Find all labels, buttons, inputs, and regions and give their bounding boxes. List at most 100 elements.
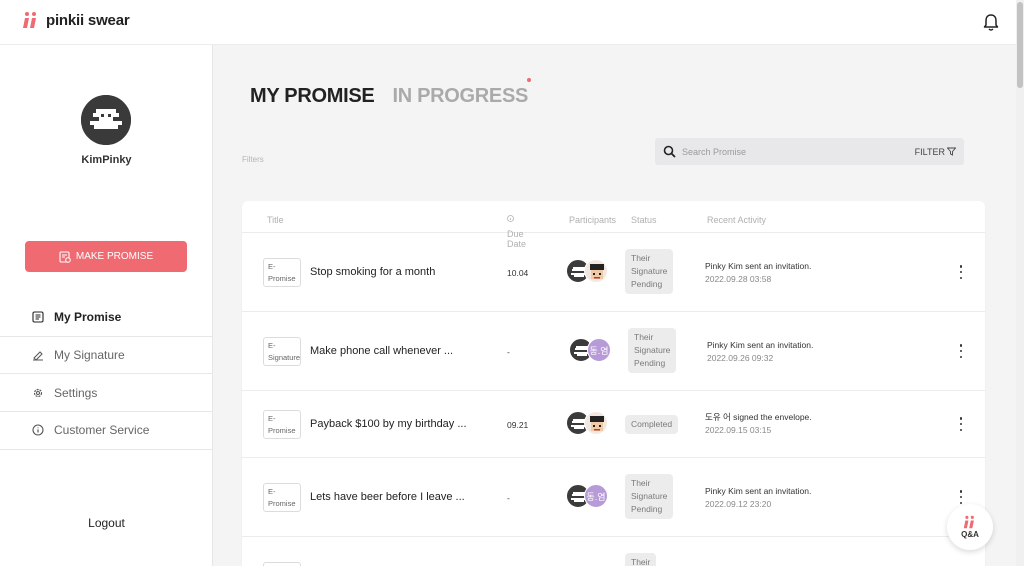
search-input[interactable] — [682, 146, 915, 157]
make-promise-label: MAKE PROMISE — [75, 251, 154, 262]
status-line: Their — [631, 557, 651, 566]
scrollbar-thumb[interactable] — [1017, 2, 1023, 88]
promise-title[interactable]: Stop smoking for a month — [310, 266, 435, 278]
sidebar-item-label: Customer Service — [54, 423, 150, 438]
sidebar-item-settings[interactable]: Settings — [0, 374, 213, 413]
status-line: Pending — [634, 358, 666, 368]
top-header: pinkii swear — [0, 0, 1016, 45]
qa-label: Q&A — [961, 530, 979, 539]
status-badge: Completed — [625, 415, 679, 434]
notification-dot — [527, 78, 532, 82]
status-line: Signature — [631, 266, 668, 276]
activity-timestamp: 2022.09.12 23:20 — [705, 499, 772, 509]
status-badge: Their Signature Pending — [628, 328, 677, 373]
filter-label: FILTER — [914, 146, 945, 157]
participants — [566, 259, 608, 283]
filters-label: Filters — [242, 155, 264, 164]
badge-line: Promise — [268, 274, 296, 283]
due-date: - — [507, 347, 510, 357]
participant-avatar — [584, 411, 608, 435]
table-row[interactable]: E- Promise Stop smoking for a month 10.0… — [242, 233, 985, 312]
sidebar-nav: My Promise My Signature Settings Custome… — [0, 299, 213, 450]
table-row[interactable]: E- Signature Make phone call whenever ..… — [242, 312, 985, 391]
promise-type-badge: E- Promise — [263, 410, 301, 439]
list-icon — [32, 311, 44, 323]
more-options-icon[interactable] — [958, 490, 964, 504]
sidebar-item-my-promise[interactable]: My Promise — [0, 299, 213, 337]
promise-type-badge — [263, 562, 301, 566]
activity-text: 도유 어 signed the envelope. — [705, 412, 812, 422]
activity-timestamp: 2022.09.26 09:32 — [707, 353, 774, 363]
participants: 동.염 — [566, 484, 608, 508]
promise-type-badge: E- Promise — [263, 258, 301, 287]
table-row[interactable]: Their — [242, 537, 985, 566]
page-tabs: MY PROMISE IN PROGRESS — [250, 78, 532, 108]
due-date: - — [507, 493, 510, 503]
promise-type-badge: E- Promise — [263, 483, 301, 512]
column-due-date[interactable]: Due Date — [507, 215, 526, 249]
more-options-icon[interactable] — [958, 265, 964, 279]
badge-line: Signature — [268, 353, 301, 362]
badge-line: E- — [268, 341, 276, 350]
status-line: Their — [631, 478, 651, 488]
promise-table: Title Due Date Participants Status Recen… — [242, 201, 985, 566]
profile-avatar[interactable] — [81, 95, 131, 145]
table-row[interactable]: E- Promise Lets have beer before I leave… — [242, 458, 985, 537]
status-line: Signature — [631, 491, 668, 501]
tab-in-progress[interactable]: IN PROGRESS — [392, 78, 532, 108]
cartoon-face-icon — [590, 264, 604, 279]
participant-avatar — [584, 259, 608, 283]
cartoon-face-icon — [590, 416, 604, 431]
qa-button[interactable]: Q&A — [947, 504, 993, 550]
badge-line: Promise — [268, 499, 296, 508]
column-status: Status — [631, 215, 657, 225]
status-badge: Their — [625, 553, 657, 566]
logout-link[interactable]: Logout — [0, 516, 213, 530]
column-participants: Participants — [569, 215, 617, 225]
sidebar-item-my-signature[interactable]: My Signature — [0, 337, 213, 375]
new-document-icon — [59, 250, 71, 263]
pinkii-logo-icon — [23, 12, 36, 28]
profile-username: KimPinky — [81, 154, 132, 166]
funnel-icon — [947, 147, 956, 156]
more-options-icon[interactable] — [958, 344, 964, 358]
recent-activity: Pinky Kim sent an invitation. 2022.09.12… — [705, 485, 811, 511]
status-line: Pending — [631, 279, 663, 289]
status-line: Completed — [631, 419, 673, 429]
participants: 동.염 — [569, 338, 611, 362]
sidebar-item-customer-service[interactable]: Customer Service — [0, 412, 213, 450]
recent-activity: Pinky Kim sent an invitation. 2022.09.28… — [705, 260, 811, 286]
column-recent-activity: Recent Activity — [707, 215, 767, 225]
promise-title[interactable]: Payback $100 by my birthday ... — [310, 418, 467, 430]
app-logo[interactable]: pinkii swear — [22, 11, 130, 29]
participant-avatar: 동.염 — [587, 338, 611, 362]
sidebar-item-label: My Signature — [54, 348, 125, 363]
sidebar-item-label: Settings — [54, 385, 98, 400]
status-line: Their — [631, 253, 651, 263]
pixel-avatar-icon — [81, 95, 131, 145]
activity-text: Pinky Kim sent an invitation. — [705, 261, 812, 271]
search-bar: FILTER — [655, 138, 964, 165]
table-row[interactable]: E- Promise Payback $100 by my birthday .… — [242, 391, 985, 458]
notification-bell-icon[interactable] — [982, 13, 1000, 32]
recent-activity: Pinky Kim sent an invitation. 2022.09.26… — [707, 339, 813, 365]
filter-button[interactable]: FILTER — [915, 147, 956, 157]
gear-icon — [33, 388, 43, 397]
tab-in-progress-label: IN PROGRESS — [392, 85, 529, 107]
status-badge: Their Signature Pending — [625, 249, 674, 294]
search-icon — [663, 145, 676, 158]
badge-line: E- — [268, 487, 276, 496]
sidebar-item-label: My Promise — [54, 310, 122, 325]
tab-my-promise[interactable]: MY PROMISE — [250, 85, 375, 108]
page-scrollbar[interactable] — [1016, 0, 1024, 566]
participant-avatar: 동.염 — [584, 484, 608, 508]
promise-title[interactable]: Lets have beer before I leave ... — [310, 491, 465, 503]
recent-activity: 도유 어 signed the envelope. 2022.09.15 03:… — [705, 411, 812, 437]
signature-icon — [33, 351, 43, 361]
badge-line: Promise — [268, 426, 296, 435]
make-promise-button[interactable]: MAKE PROMISE — [25, 241, 187, 272]
promise-title[interactable]: Make phone call whenever ... — [310, 345, 453, 357]
more-options-icon[interactable] — [958, 417, 964, 431]
status-line: Pending — [631, 504, 663, 514]
promise-type-badge: E- Signature — [263, 337, 301, 366]
